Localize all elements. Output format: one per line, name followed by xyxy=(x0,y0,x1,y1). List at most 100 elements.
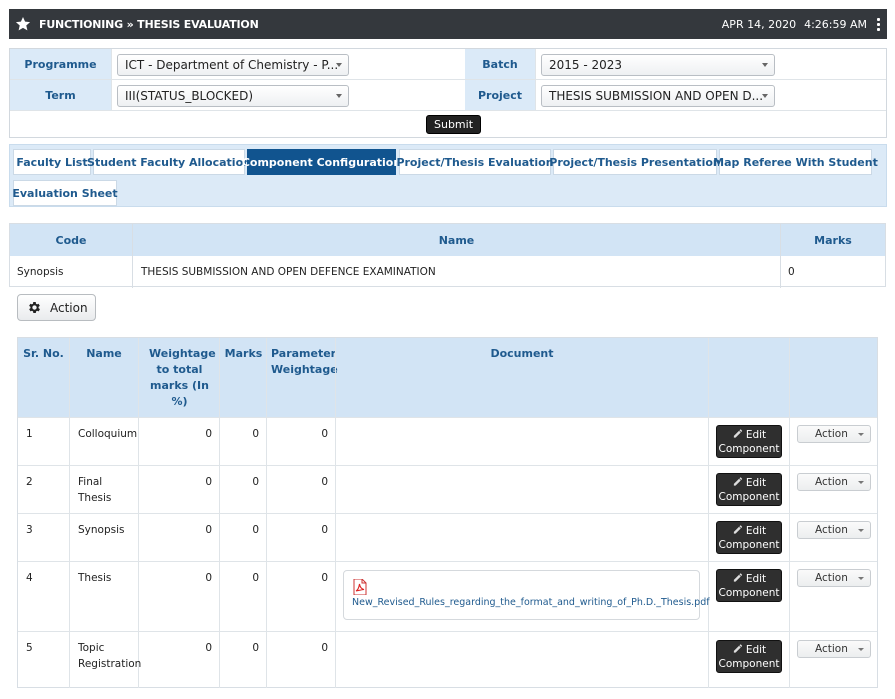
row-marks: 0 xyxy=(252,572,259,584)
edit-component-button[interactable]: Edit Component xyxy=(716,569,782,602)
tab-component-configuration[interactable]: Component Configuration xyxy=(242,149,401,175)
row-name: Synopsis xyxy=(78,524,125,536)
tab-project-thesis-evaluation[interactable]: Project/Thesis Evaluation xyxy=(396,149,554,175)
caret-down-icon xyxy=(858,648,864,651)
row-weightage: 0 xyxy=(205,572,212,584)
project-cell: THESIS SUBMISSION AND OPEN D... xyxy=(535,80,887,110)
row-parameter-weightage: 0 xyxy=(321,476,328,488)
tab-student-faculty-allocation[interactable]: Student Faculty Allocation xyxy=(87,149,251,175)
row-sr-no: 2 xyxy=(26,476,33,488)
column-header-name: Name xyxy=(86,347,122,360)
row-sr-no: 5 xyxy=(26,642,33,654)
caret-down-icon xyxy=(762,94,768,98)
submit-button[interactable]: Submit xyxy=(426,115,482,134)
row-action-label: Action xyxy=(815,476,848,488)
edit-component-button[interactable]: Edit Component xyxy=(716,521,782,554)
star-icon[interactable] xyxy=(15,16,31,32)
row-sr-no: 4 xyxy=(26,572,33,584)
caret-down-icon xyxy=(858,433,864,436)
column-header-code: Code xyxy=(55,233,87,247)
caret-down-icon xyxy=(858,577,864,580)
row-parameter-weightage: 0 xyxy=(321,524,328,536)
batch-cell: 2015 - 2023 xyxy=(535,49,887,79)
row-action-label: Action xyxy=(815,428,848,440)
row-name: Colloquium xyxy=(78,428,138,440)
divider xyxy=(780,224,781,288)
batch-select[interactable]: 2015 - 2023 xyxy=(541,54,775,76)
edit-label: Edit xyxy=(745,477,767,489)
row-parameter-weightage: 0 xyxy=(321,572,328,584)
caret-down-icon xyxy=(336,63,342,67)
row-action-label: Action xyxy=(815,524,848,536)
edit-component-button[interactable]: Edit Component xyxy=(716,425,782,458)
row-weightage: 0 xyxy=(205,642,212,654)
tab-bar: Faculty List Student Faculty Allocation … xyxy=(9,144,887,207)
programme-cell: ICT - Department of Chemistry - P... xyxy=(111,49,465,79)
row-action-dropdown[interactable]: Action xyxy=(797,425,871,443)
pencil-icon xyxy=(733,429,742,438)
row-sr-no: 3 xyxy=(26,524,33,536)
row-marks: 0 xyxy=(252,524,259,536)
component-code: Synopsis xyxy=(17,265,64,278)
table-row: 4 Thesis 0 0 0 New_Revised_Rules_regardi… xyxy=(18,561,877,631)
column-header-marks: Marks xyxy=(814,233,852,247)
document-attachment: New_Revised_Rules_regarding_the_format_a… xyxy=(343,570,710,620)
column-header-sr-no: Sr. No. xyxy=(23,347,64,360)
row-sr-no: 1 xyxy=(26,428,33,440)
term-cell: III(STATUS_BLOCKED) xyxy=(111,80,465,110)
action-button[interactable]: Action xyxy=(17,294,96,321)
row-action-dropdown[interactable]: Action xyxy=(797,640,871,658)
component-table: Code Name Marks Synopsis THESIS SUBMISSI… xyxy=(9,223,886,288)
edit-label: Edit xyxy=(745,573,767,585)
page-header: FUNCTIONING » THESIS EVALUATION APR 14, … xyxy=(9,9,887,39)
edit-label: Edit xyxy=(745,525,767,537)
table-row: 2 Final Thesis 0 0 0 Edit Component Actio… xyxy=(18,465,877,513)
tab-map-referee-with-student[interactable]: Map Referee With Student xyxy=(713,149,878,175)
term-value: III(STATUS_BLOCKED) xyxy=(125,89,254,103)
caret-down-icon xyxy=(858,529,864,532)
project-value: THESIS SUBMISSION AND OPEN D... xyxy=(549,89,764,103)
row-action-label: Action xyxy=(815,643,848,655)
edit-label: Edit xyxy=(745,644,767,656)
column-header-parameter-weightage: Parameter Weightage xyxy=(271,347,338,376)
document-link[interactable]: New_Revised_Rules_regarding_the_format_a… xyxy=(352,597,710,608)
kebab-menu-icon[interactable] xyxy=(873,17,883,31)
component-label: Component xyxy=(718,658,780,670)
term-select[interactable]: III(STATUS_BLOCKED) xyxy=(117,85,349,107)
row-action-dropdown[interactable]: Action xyxy=(797,521,871,539)
edit-component-button[interactable]: Edit Component xyxy=(716,473,782,506)
row-marks: 0 xyxy=(252,642,259,654)
programme-label: Programme xyxy=(10,49,111,79)
programme-select[interactable]: ICT - Department of Chemistry - P... xyxy=(117,54,349,76)
filter-panel: Programme ICT - Department of Chemistry … xyxy=(9,48,887,138)
column-header-name: Name xyxy=(438,233,475,247)
tab-evaluation-sheet[interactable]: Evaluation Sheet xyxy=(12,180,118,206)
project-select[interactable]: THESIS SUBMISSION AND OPEN D... xyxy=(541,85,775,107)
table-row: 3 Synopsis 0 0 0 Edit Component Action xyxy=(18,513,877,561)
row-action-dropdown[interactable]: Action xyxy=(797,473,871,491)
edit-component-button[interactable]: Edit Component xyxy=(716,640,782,673)
row-action-dropdown[interactable]: Action xyxy=(797,569,871,587)
caret-down-icon xyxy=(762,63,768,67)
row-marks: 0 xyxy=(252,428,259,440)
filter-row: Term III(STATUS_BLOCKED) Project THESIS … xyxy=(10,80,886,111)
divider xyxy=(132,224,133,288)
column-header-weightage: Weightage to total marks (In %) xyxy=(149,347,216,408)
programme-value: ICT - Department of Chemistry - P... xyxy=(125,58,339,72)
row-weightage: 0 xyxy=(205,476,212,488)
row-parameter-weightage: 0 xyxy=(321,428,328,440)
column-header-marks: Marks xyxy=(224,347,263,360)
component-marks: 0 xyxy=(788,265,795,278)
row-name: Final Thesis xyxy=(78,476,112,504)
caret-down-icon xyxy=(336,94,342,98)
tab-faculty-list[interactable]: Faculty List xyxy=(13,149,91,175)
header-time: 4:26:59 AM xyxy=(804,17,867,31)
component-label: Component xyxy=(718,491,780,503)
batch-value: 2015 - 2023 xyxy=(549,58,623,72)
row-parameter-weightage: 0 xyxy=(321,642,328,654)
batch-label: Batch xyxy=(465,49,535,79)
component-label: Component xyxy=(718,587,780,599)
header-date: APR 14, 2020 xyxy=(721,17,797,31)
tab-project-thesis-presentation[interactable]: Project/Thesis Presentation xyxy=(549,149,721,175)
row-name: Thesis xyxy=(78,572,112,584)
